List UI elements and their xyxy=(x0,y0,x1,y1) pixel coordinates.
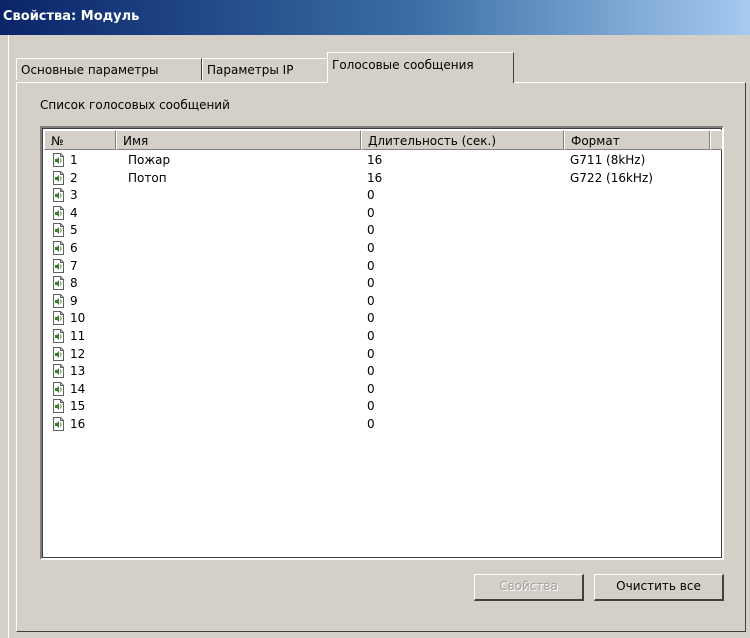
sound-file-icon xyxy=(53,382,64,396)
list-item[interactable]: 10 0 xyxy=(44,310,722,327)
row-number: 15 xyxy=(70,399,86,413)
row-number: 3 xyxy=(70,188,78,202)
row-number: 11 xyxy=(70,329,86,343)
sound-file-icon xyxy=(53,153,64,167)
tab-ip[interactable]: Параметры IP xyxy=(202,58,337,80)
row-number: 1 xyxy=(70,153,78,167)
sound-file-icon xyxy=(53,311,64,325)
row-name: Потоп xyxy=(128,171,167,185)
row-duration: 0 xyxy=(367,276,375,290)
list-item[interactable]: 14 0 xyxy=(44,381,722,398)
row-number: 8 xyxy=(70,276,78,290)
row-duration: 0 xyxy=(367,206,375,220)
row-format: G722 (16kHz) xyxy=(570,171,653,185)
row-duration: 0 xyxy=(367,294,375,308)
list-item[interactable]: 90 xyxy=(44,293,722,310)
sound-file-icon xyxy=(53,188,64,202)
row-duration: 0 xyxy=(367,399,375,413)
list-item[interactable]: 11 0 xyxy=(44,328,722,345)
window-titlebar[interactable]: Свойства: Модуль xyxy=(0,0,750,35)
sound-file-icon xyxy=(53,241,64,255)
column-header-name[interactable]: Имя xyxy=(116,130,361,150)
sound-file-icon xyxy=(53,206,64,220)
sound-file-icon xyxy=(53,259,64,273)
row-duration: 0 xyxy=(367,364,375,378)
list-item[interactable]: 15 0 xyxy=(44,398,722,415)
row-number: 5 xyxy=(70,223,78,237)
column-header-number[interactable]: № xyxy=(44,130,116,150)
list-item[interactable]: 2 Потоп 16 G722 (16kHz) xyxy=(44,170,722,187)
sound-file-icon xyxy=(53,364,64,378)
row-duration: 0 xyxy=(367,188,375,202)
row-name: Пожар xyxy=(128,153,171,167)
sound-file-icon xyxy=(53,171,64,185)
sound-file-icon xyxy=(53,276,64,290)
row-number: 2 xyxy=(70,171,78,185)
row-duration: 0 xyxy=(367,311,375,325)
list-header: № Имя Длительность (сек.) Формат xyxy=(44,130,722,152)
row-duration: 0 xyxy=(367,347,375,361)
sound-file-icon xyxy=(53,399,64,413)
row-number: 4 xyxy=(70,206,78,220)
row-duration: 16 xyxy=(367,153,383,167)
row-number: 7 xyxy=(70,259,78,273)
sound-file-icon xyxy=(53,294,64,308)
sound-file-icon xyxy=(53,329,64,343)
sound-file-icon xyxy=(53,347,64,361)
column-header-filler xyxy=(710,130,722,150)
list-item[interactable]: 30 xyxy=(44,187,722,204)
row-number: 12 xyxy=(70,347,86,361)
column-header-format[interactable]: Формат xyxy=(564,130,710,150)
messages-list[interactable]: № Имя Длительность (сек.) Формат 1 Пожар 1… xyxy=(40,126,724,560)
row-duration: 0 xyxy=(367,259,375,273)
clear-all-button[interactable]: Очистить все xyxy=(594,574,724,601)
sound-file-icon xyxy=(53,223,64,237)
list-item[interactable]: 40 xyxy=(44,205,722,222)
list-item[interactable]: 50 xyxy=(44,222,722,239)
list-item[interactable]: 13 0 xyxy=(44,363,722,380)
sound-file-icon xyxy=(53,417,64,431)
row-number: 13 xyxy=(70,364,86,378)
list-item[interactable]: 60 xyxy=(44,240,722,257)
row-duration: 0 xyxy=(367,223,375,237)
row-duration: 0 xyxy=(367,241,375,255)
list-item[interactable]: 12 0 xyxy=(44,346,722,363)
row-duration: 0 xyxy=(367,382,375,396)
row-number: 9 xyxy=(70,294,78,308)
row-duration: 16 xyxy=(367,171,383,185)
messages-list-label: Список голосовых сообщений xyxy=(40,98,230,112)
row-number: 16 xyxy=(70,417,86,431)
window-title: Свойства: Модуль xyxy=(3,9,140,24)
column-header-duration[interactable]: Длительность (сек.) xyxy=(361,130,564,150)
list-item[interactable]: 80 xyxy=(44,275,722,292)
row-number: 14 xyxy=(70,382,86,396)
tab-general[interactable]: Основные параметры xyxy=(16,58,202,80)
row-duration: 0 xyxy=(367,329,375,343)
row-number: 6 xyxy=(70,241,78,255)
row-format: G711 (8kHz) xyxy=(570,153,646,167)
list-item[interactable]: 1 Пожар 16 G711 (8kHz) xyxy=(44,152,722,169)
row-duration: 0 xyxy=(367,417,375,431)
properties-button[interactable]: Свойства xyxy=(474,574,584,601)
list-item[interactable]: 16 0 xyxy=(44,416,722,433)
list-item[interactable]: 70 xyxy=(44,258,722,275)
row-number: 10 xyxy=(70,311,86,325)
tab-voice-messages[interactable]: Голосовые сообщения xyxy=(327,52,514,83)
